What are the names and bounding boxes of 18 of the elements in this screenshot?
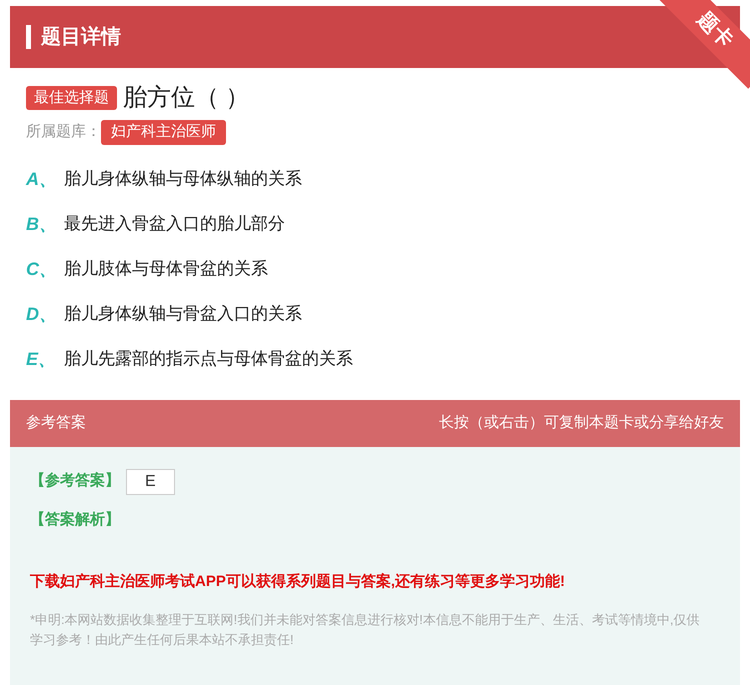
answer-option[interactable]: C、 胎儿肢体与母体骨盆的关系 [26, 246, 724, 292]
bank-label: 所属题库： [26, 122, 101, 142]
answer-option[interactable]: A、 胎儿身体纵轴与母体纵轴的关系 [26, 156, 724, 202]
answer-option[interactable]: E、 胎儿先露部的指示点与母体骨盆的关系 [26, 336, 724, 382]
page-title: 题目详情 [41, 24, 121, 50]
answer-option[interactable]: B、 最先进入骨盆入口的胎儿部分 [26, 202, 724, 246]
promo-text: 下载妇产科主治医师考试APP可以获得系列题目与答案,还有练习等更多学习功能! [30, 572, 566, 592]
analysis-label: 【答案解析】 [30, 510, 121, 530]
answer-option[interactable]: D、 胎儿身体纵轴与骨盆入口的关系 [26, 292, 724, 336]
answer-section-title: 参考答案 [26, 412, 86, 433]
question-stem: 胎方位（ ） [123, 83, 250, 113]
answer-label: 【参考答案】 [30, 470, 120, 492]
title-accent-bar [26, 25, 31, 49]
answer-value: E [126, 468, 175, 494]
share-hint: 长按（或右击）可复制本题卡或分享给好友 [439, 412, 724, 433]
disclaimer-text: *申明:本网站数据收集整理于互联网!我们并未能对答案信息进行核对!本信息不能用于生产、生活、考试等情境中,仅供学习参考！由此产生任何后果本站不承担责任! [30, 610, 701, 648]
question-type-tag: 最佳选择题 [26, 86, 117, 110]
bank-tag: 妇产科主治医师 [101, 120, 226, 144]
